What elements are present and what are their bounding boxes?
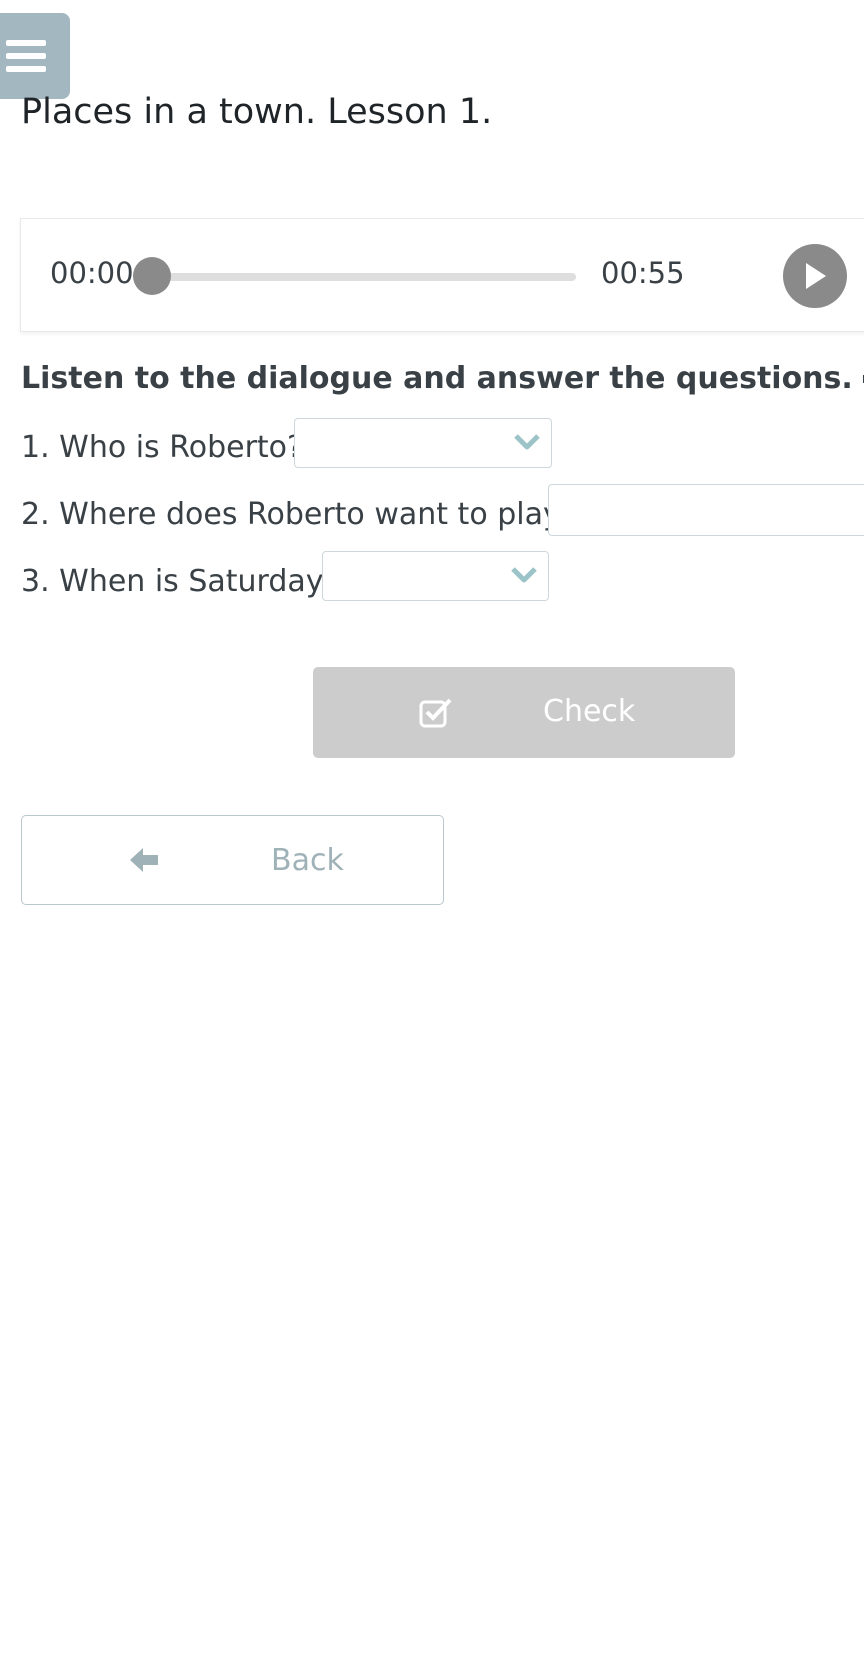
back-label: Back	[271, 843, 344, 878]
answer-2-input[interactable]	[548, 484, 864, 536]
question-2: 2. Where does Roberto want to play?	[21, 497, 577, 532]
instruction: Listen to the dialogue and answer the qu…	[21, 361, 864, 396]
back-button[interactable]: Back	[21, 815, 444, 905]
answer-3-select[interactable]	[322, 551, 549, 601]
answer-1-select[interactable]	[294, 418, 552, 468]
question-3: 3. When is Saturday?	[21, 564, 340, 599]
play-icon	[806, 263, 826, 289]
hamburger-icon	[6, 40, 46, 72]
total-time: 00:55	[601, 256, 685, 290]
check-label: Check	[543, 694, 636, 729]
arrow-left-icon	[130, 848, 158, 872]
menu-button[interactable]	[0, 13, 70, 99]
check-button[interactable]: Check	[313, 667, 735, 758]
play-button[interactable]	[783, 244, 847, 308]
checkbox-check-icon	[419, 698, 452, 728]
chevron-down-icon	[511, 567, 537, 583]
current-time: 00:00	[50, 256, 134, 290]
instruction-text: Listen to the dialogue and answer the qu…	[21, 361, 853, 396]
chevron-down-icon	[514, 434, 540, 450]
progress-track[interactable]	[133, 257, 576, 295]
question-1: 1. Who is Roberto?	[21, 430, 303, 465]
page-title: Places in a town. Lesson 1.	[21, 92, 493, 132]
progress-knob[interactable]	[133, 257, 171, 295]
audio-player: 00:00 00:55	[20, 218, 864, 332]
